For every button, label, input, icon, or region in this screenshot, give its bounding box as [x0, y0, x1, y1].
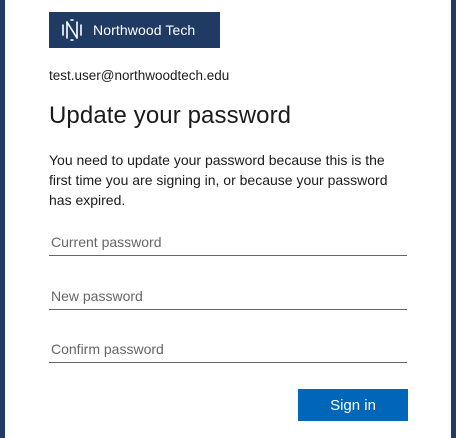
- company-name: Northwood Tech: [93, 22, 196, 38]
- page-description: You need to update your password because…: [49, 152, 388, 208]
- sign-in-button[interactable]: Sign in: [298, 389, 408, 421]
- page-title: Update your password: [49, 102, 292, 129]
- current-password-field[interactable]: [49, 228, 407, 256]
- northwood-logo-icon: [62, 19, 82, 41]
- confirm-password-field[interactable]: [49, 335, 407, 363]
- account-identity: test.user@northwoodtech.edu: [49, 68, 230, 83]
- new-password-field[interactable]: [49, 282, 407, 310]
- company-logo: Northwood Tech: [49, 12, 220, 48]
- password-update-card: Northwood Tech test.user@northwoodtech.e…: [5, 0, 451, 438]
